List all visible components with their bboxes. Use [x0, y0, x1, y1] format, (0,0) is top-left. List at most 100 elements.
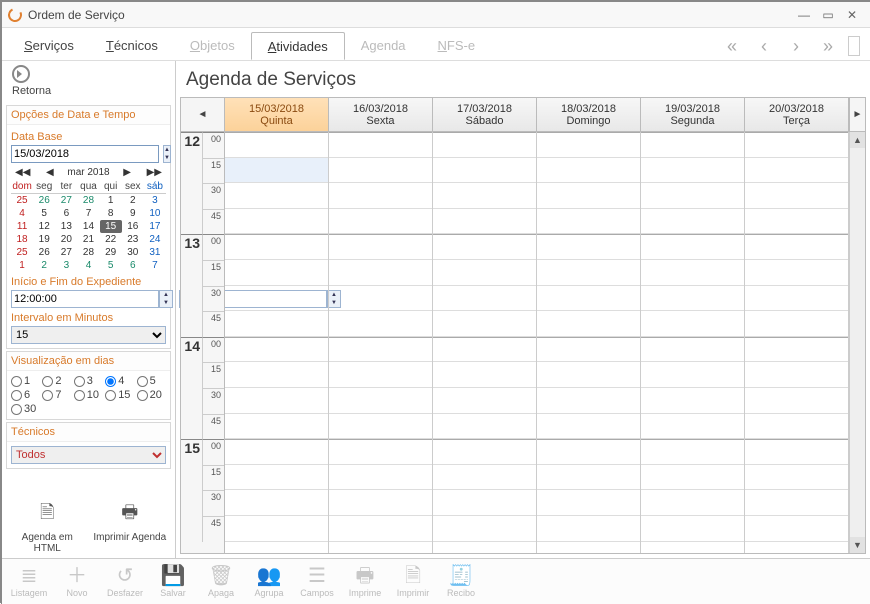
- schedule-cell[interactable]: [537, 183, 640, 209]
- view-days-option-1[interactable]: 1: [11, 375, 40, 387]
- cal-day[interactable]: 12: [33, 220, 55, 233]
- tab-atividades[interactable]: Atividades: [251, 32, 345, 60]
- cal-day[interactable]: 5: [100, 259, 122, 272]
- schedule-cell[interactable]: [329, 158, 432, 184]
- view-days-option-3[interactable]: 3: [74, 375, 103, 387]
- cal-day[interactable]: 28: [77, 246, 99, 259]
- day-column[interactable]: [745, 132, 849, 553]
- cal-day[interactable]: 9: [122, 207, 144, 220]
- schedule-cell[interactable]: [433, 388, 536, 414]
- day-column[interactable]: [433, 132, 537, 553]
- schedule-cell[interactable]: [225, 516, 328, 542]
- schedule-scroll-left[interactable]: ◄: [181, 98, 225, 131]
- schedule-cell[interactable]: [537, 439, 640, 465]
- close-button[interactable]: ✕: [840, 6, 864, 24]
- schedule-cell[interactable]: [745, 439, 848, 465]
- cal-day[interactable]: 10: [144, 207, 166, 220]
- schedule-cell[interactable]: [537, 465, 640, 491]
- cal-next-year[interactable]: ▶▶: [145, 167, 164, 178]
- vertical-scrollbar[interactable]: ▲ ▼: [849, 132, 865, 553]
- cal-day[interactable]: 31: [144, 246, 166, 259]
- schedule-cell[interactable]: [329, 490, 432, 516]
- schedule-cell[interactable]: [329, 388, 432, 414]
- nav-first-icon[interactable]: «: [720, 34, 744, 58]
- toolbar-imprimir[interactable]: 🗎Imprimir: [390, 561, 436, 603]
- data-base-input[interactable]: [11, 145, 159, 163]
- cal-day[interactable]: 6: [55, 207, 77, 220]
- scroll-down-icon[interactable]: ▼: [850, 537, 865, 553]
- schedule-cell[interactable]: [641, 388, 744, 414]
- schedule-cell[interactable]: [329, 516, 432, 542]
- schedule-cell[interactable]: [745, 311, 848, 337]
- schedule-cell[interactable]: [225, 311, 328, 337]
- print-agenda-button[interactable]: 🖶 Imprimir Agenda: [91, 500, 170, 554]
- schedule-cell[interactable]: [537, 260, 640, 286]
- schedule-cell[interactable]: [641, 209, 744, 235]
- schedule-cell[interactable]: [641, 465, 744, 491]
- schedule-cell[interactable]: [433, 234, 536, 260]
- schedule-cell[interactable]: [329, 260, 432, 286]
- schedule-cell[interactable]: [537, 311, 640, 337]
- view-days-option-6[interactable]: 6: [11, 389, 40, 401]
- schedule-cell[interactable]: [329, 414, 432, 440]
- schedule-cell[interactable]: [537, 516, 640, 542]
- schedule-cell[interactable]: [329, 465, 432, 491]
- schedule-cell[interactable]: [433, 362, 536, 388]
- toolbar-listagem[interactable]: ≣Listagem: [6, 561, 52, 603]
- tecnicos-select[interactable]: Todos: [11, 446, 166, 464]
- cal-day[interactable]: 21: [77, 233, 99, 246]
- schedule-cell[interactable]: [641, 439, 744, 465]
- schedule-cell[interactable]: [641, 311, 744, 337]
- toolbar-desfazer[interactable]: ↺Desfazer: [102, 561, 148, 603]
- cal-day[interactable]: 25: [11, 194, 33, 208]
- day-header[interactable]: 17/03/2018Sábado: [433, 98, 537, 131]
- schedule-cell[interactable]: [745, 516, 848, 542]
- schedule-cell[interactable]: [433, 158, 536, 184]
- schedule-cell[interactable]: [329, 234, 432, 260]
- schedule-cells[interactable]: [225, 132, 849, 553]
- cal-day[interactable]: 29: [100, 246, 122, 259]
- cal-day[interactable]: 11: [11, 220, 33, 233]
- minimize-button[interactable]: —: [792, 6, 816, 24]
- schedule-cell[interactable]: [641, 286, 744, 312]
- schedule-cell[interactable]: [433, 260, 536, 286]
- schedule-cell[interactable]: [225, 158, 328, 184]
- nav-prev-icon[interactable]: ‹: [752, 34, 776, 58]
- schedule-cell[interactable]: [641, 132, 744, 158]
- toolbar-agrupa[interactable]: 👥Agrupa: [246, 561, 292, 603]
- agenda-html-button[interactable]: 🗎 Agenda em HTML: [8, 500, 87, 554]
- schedule-cell[interactable]: [225, 362, 328, 388]
- schedule-cell[interactable]: [537, 490, 640, 516]
- day-column[interactable]: [225, 132, 329, 553]
- cal-day[interactable]: 13: [55, 220, 77, 233]
- view-days-option-7[interactable]: 7: [42, 389, 71, 401]
- schedule-cell[interactable]: [433, 337, 536, 363]
- day-header[interactable]: 18/03/2018Domingo: [537, 98, 641, 131]
- schedule-cell[interactable]: [641, 234, 744, 260]
- schedule-cell[interactable]: [641, 414, 744, 440]
- schedule-cell[interactable]: [537, 337, 640, 363]
- schedule-cell[interactable]: [225, 414, 328, 440]
- cal-day[interactable]: 17: [144, 220, 166, 233]
- interval-select[interactable]: 15: [11, 326, 166, 344]
- schedule-cell[interactable]: [745, 158, 848, 184]
- schedule-cell[interactable]: [537, 362, 640, 388]
- day-column[interactable]: [537, 132, 641, 553]
- schedule-cell[interactable]: [329, 209, 432, 235]
- cal-day[interactable]: 16: [122, 220, 144, 233]
- schedule-cell[interactable]: [745, 490, 848, 516]
- schedule-cell[interactable]: [433, 439, 536, 465]
- schedule-cell[interactable]: [537, 132, 640, 158]
- schedule-cell[interactable]: [641, 158, 744, 184]
- toolbar-apaga[interactable]: 🗑Apaga: [198, 561, 244, 603]
- toolbar-salvar[interactable]: 💾Salvar: [150, 561, 196, 603]
- toolbar-campos[interactable]: ☰Campos: [294, 561, 340, 603]
- view-days-option-5[interactable]: 5: [137, 375, 166, 387]
- schedule-cell[interactable]: [537, 286, 640, 312]
- cal-day[interactable]: 30: [122, 246, 144, 259]
- schedule-cell[interactable]: [329, 439, 432, 465]
- schedule-cell[interactable]: [225, 132, 328, 158]
- day-column[interactable]: [641, 132, 745, 553]
- schedule-cell[interactable]: [537, 158, 640, 184]
- schedule-scroll-right[interactable]: ►: [849, 98, 865, 131]
